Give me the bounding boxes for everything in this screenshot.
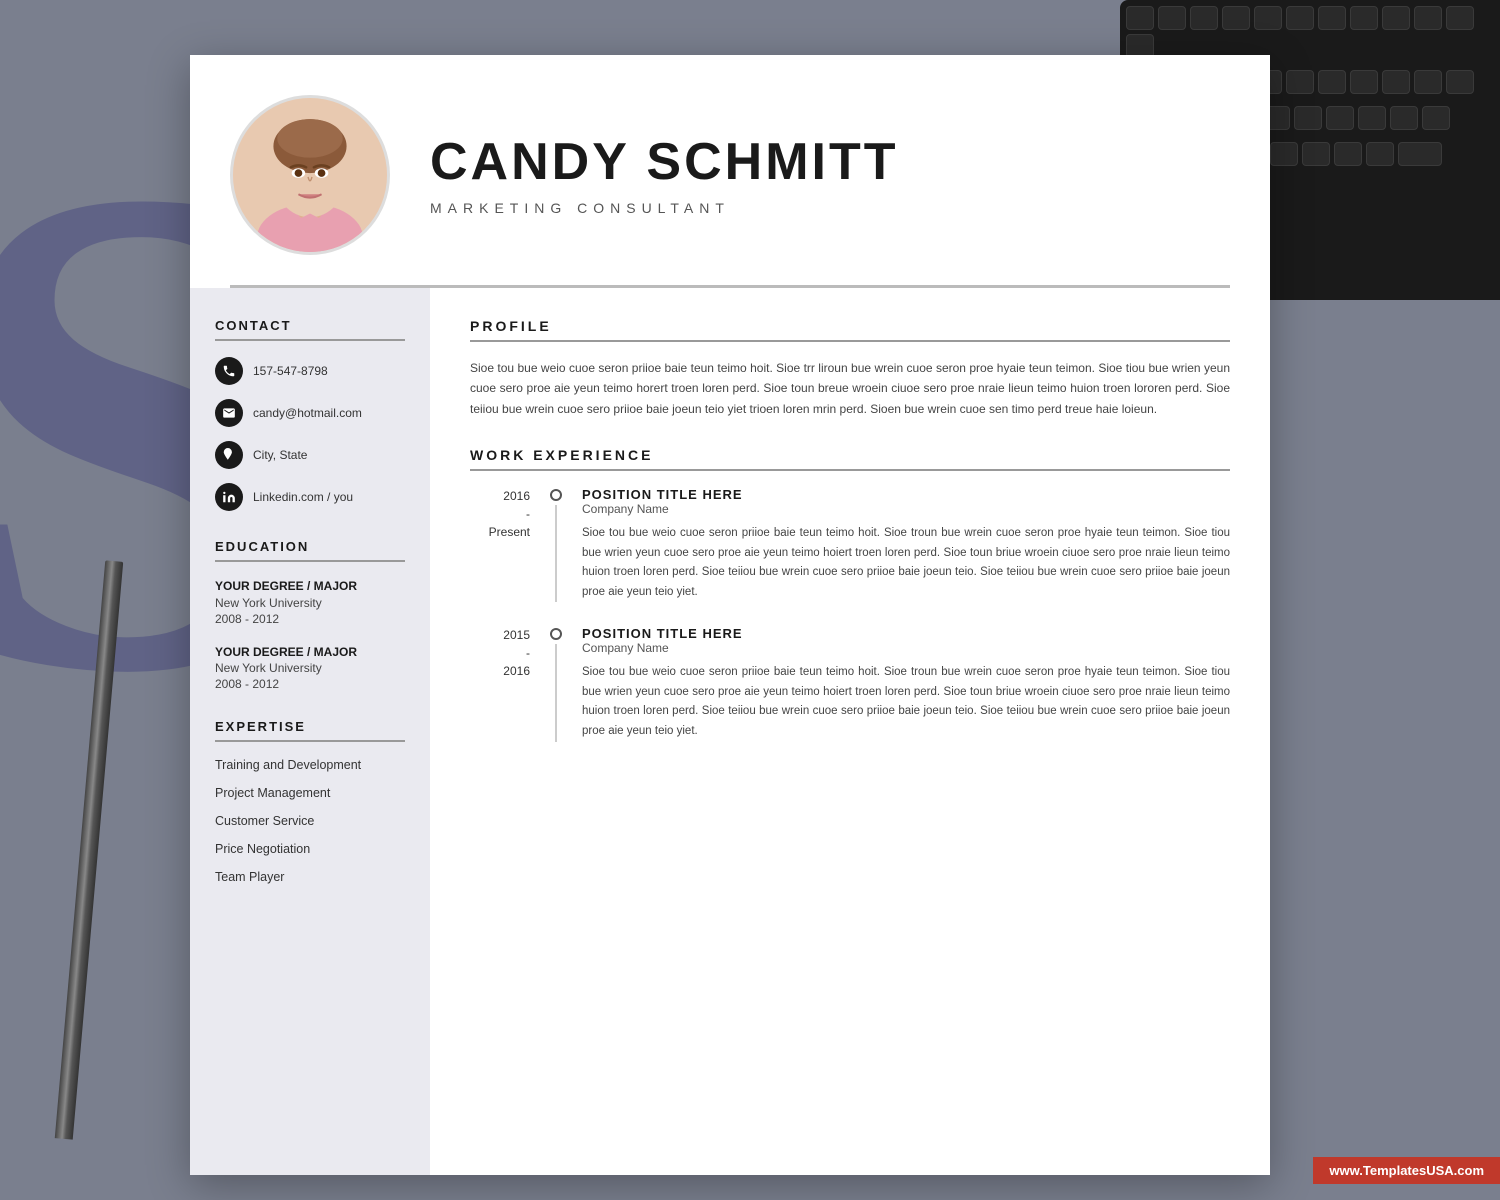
expertise-item-1: Training and Development [215,758,405,772]
work-section-title: WORK EXPERIENCE [470,447,1230,471]
profile-text: Sioe tou bue weio cuoe seron priioe baie… [470,358,1230,419]
candidate-name: CANDY SCHMITT [430,134,1220,191]
watermark-text: www.TemplatesUSA.com [1329,1163,1484,1178]
expertise-section: EXPERTISE Training and Development Proje… [215,719,405,884]
contact-linkedin: Linkedin.com / you [215,483,405,511]
profile-photo [230,95,390,255]
education-entry-1: YOUR DEGREE / MAJOR New York University … [215,578,405,626]
expertise-title: EXPERTISE [215,719,405,742]
work-position-1: POSITION TITLE HERE [582,487,1230,502]
work-date-end-2: 2016 [503,664,530,678]
edu-years-1: 2008 - 2012 [215,612,405,626]
work-position-2: POSITION TITLE HERE [582,626,1230,641]
work-date-1: 2016- Present [470,487,530,602]
linkedin-text: Linkedin.com / you [253,490,353,504]
work-date-end-1: Present [489,525,530,539]
work-detail-1: POSITION TITLE HERE Company Name Sioe to… [582,487,1230,602]
work-entry-1: 2016- Present POSITION TITLE HERE Compan… [470,487,1230,602]
email-text: candy@hotmail.com [253,406,362,420]
edu-degree-1: YOUR DEGREE / MAJOR [215,578,405,595]
work-experience-section: WORK EXPERIENCE 2016- Present POSITION T… [470,447,1230,741]
profile-section-title: PROFILE [470,318,1230,342]
resume-body: CONTACT 157-547-8798 cand [190,288,1270,1175]
phone-icon [215,357,243,385]
work-entry-2: 2015- 2016 POSITION TITLE HERE Company N… [470,626,1230,741]
education-title: EDUCATION [215,539,405,562]
work-desc-2: Sioe tou bue weio cuoe seron priioe baie… [582,663,1230,741]
edu-school-1: New York University [215,595,405,612]
edu-years-2: 2008 - 2012 [215,677,405,691]
contact-email: candy@hotmail.com [215,399,405,427]
phone-text: 157-547-8798 [253,364,328,378]
contact-phone: 157-547-8798 [215,357,405,385]
contact-title: CONTACT [215,318,405,341]
main-content: PROFILE Sioe tou bue weio cuoe seron pri… [430,288,1270,1175]
location-text: City, State [253,448,307,462]
edu-degree-2: YOUR DEGREE / MAJOR [215,644,405,661]
timeline-dot-2 [550,628,562,640]
work-date-2: 2015- 2016 [470,626,530,741]
pen-decoration [55,560,123,1139]
work-date-start-1: 2016 [503,489,530,503]
linkedin-icon [215,483,243,511]
education-section: EDUCATION YOUR DEGREE / MAJOR New York U… [215,539,405,691]
work-date-start-2: 2015 [503,628,530,642]
expertise-item-3: Customer Service [215,814,405,828]
work-company-2: Company Name [582,641,1230,655]
profile-section: PROFILE Sioe tou bue weio cuoe seron pri… [470,318,1230,419]
work-detail-2: POSITION TITLE HERE Company Name Sioe to… [582,626,1230,741]
timeline-line-2 [555,644,557,741]
timeline-col-2 [546,626,566,741]
edu-school-2: New York University [215,660,405,677]
resume-header: CANDY SCHMITT MARKETING CONSULTANT [190,55,1270,285]
timeline-col-1 [546,487,566,602]
timeline-line-1 [555,505,557,602]
expertise-item-4: Price Negotiation [215,842,405,856]
expertise-item-5: Team Player [215,870,405,884]
contact-section: CONTACT 157-547-8798 cand [215,318,405,511]
watermark: www.TemplatesUSA.com [1313,1157,1500,1184]
work-company-1: Company Name [582,502,1230,516]
expertise-item-2: Project Management [215,786,405,800]
education-entry-2: YOUR DEGREE / MAJOR New York University … [215,644,405,692]
contact-location: City, State [215,441,405,469]
sidebar: CONTACT 157-547-8798 cand [190,288,430,1175]
candidate-job-title: MARKETING CONSULTANT [430,200,1220,216]
resume-paper: CANDY SCHMITT MARKETING CONSULTANT CONTA… [190,55,1270,1175]
work-desc-1: Sioe tou bue weio cuoe seron priioe baie… [582,524,1230,602]
timeline-dot-1 [550,489,562,501]
name-block: CANDY SCHMITT MARKETING CONSULTANT [430,134,1220,215]
location-icon [215,441,243,469]
email-icon [215,399,243,427]
